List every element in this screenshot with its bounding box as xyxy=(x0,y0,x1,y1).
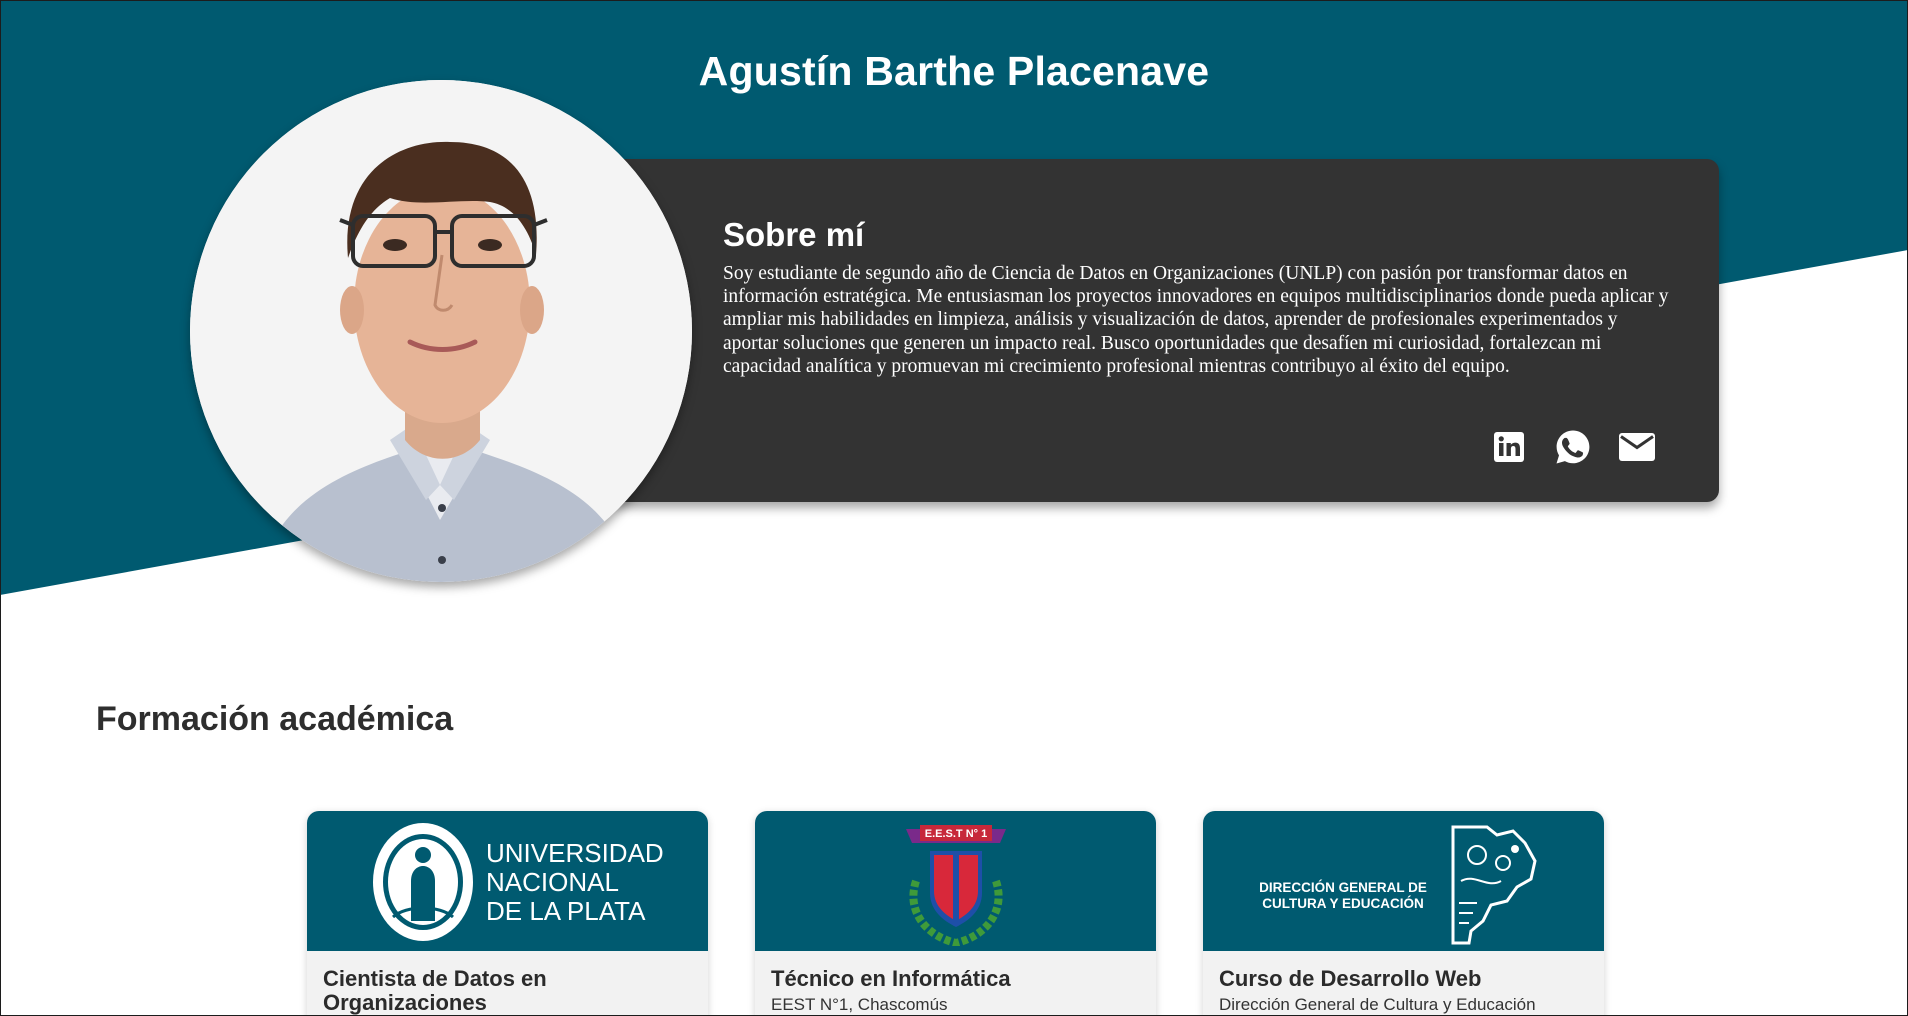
dgce-logo-text: DIRECCIÓN GENERAL DE CULTURA Y EDUCACIÓN xyxy=(1259,880,1427,911)
card-logo-header: UNIVERSIDAD NACIONAL DE LA PLATA xyxy=(307,811,708,951)
unlp-logo-text: UNIVERSIDAD NACIONAL DE LA PLATA xyxy=(486,838,664,926)
linkedin-icon xyxy=(1494,432,1524,462)
social-links xyxy=(1489,427,1657,467)
card-subtitle: EEST N°1, Chascomús xyxy=(771,995,948,1014)
profile-photo xyxy=(190,80,692,582)
whatsapp-link[interactable] xyxy=(1553,427,1593,467)
card-logo-header: DIRECCIÓN GENERAL DE CULTURA Y EDUCACIÓN xyxy=(1203,811,1604,951)
card-logo-header: E.E.S.T N° 1 xyxy=(755,811,1156,951)
education-card[interactable]: E.E.S.T N° 1 Técnico en Informática EEST… xyxy=(755,811,1156,1016)
about-text: Soy estudiante de segundo año de Ciencia… xyxy=(723,263,1669,377)
section-title-education: Formación académica xyxy=(96,700,454,738)
card-title: Cientista de Datos en Organizaciones xyxy=(323,966,547,1015)
crest-banner-text: E.E.S.T N° 1 xyxy=(925,828,987,840)
email-link[interactable] xyxy=(1617,427,1657,467)
about-card: Sobre mí Soy estudiante de segundo año d… xyxy=(610,159,1719,502)
linkedin-link[interactable] xyxy=(1489,427,1529,467)
education-card[interactable]: DIRECCIÓN GENERAL DE CULTURA Y EDUCACIÓN… xyxy=(1203,811,1604,1016)
page-title: Agustín Barthe Placenave xyxy=(698,48,1210,94)
whatsapp-icon xyxy=(1556,430,1590,464)
card-subtitle: Dirección General de Cultura y Educación xyxy=(1219,995,1536,1014)
buenos-aires-province-logo xyxy=(1451,825,1537,945)
avatar xyxy=(190,80,692,582)
card-title: Técnico en Informática xyxy=(771,966,1011,991)
about-title: Sobre mí xyxy=(723,216,865,253)
unlp-seal-logo xyxy=(373,823,473,941)
education-card[interactable]: UNIVERSIDAD NACIONAL DE LA PLATA Cientis… xyxy=(307,811,708,1016)
eest-crest-logo: E.E.S.T N° 1 xyxy=(906,825,1006,946)
card-title: Curso de Desarrollo Web xyxy=(1219,966,1482,991)
mail-icon xyxy=(1619,433,1655,461)
